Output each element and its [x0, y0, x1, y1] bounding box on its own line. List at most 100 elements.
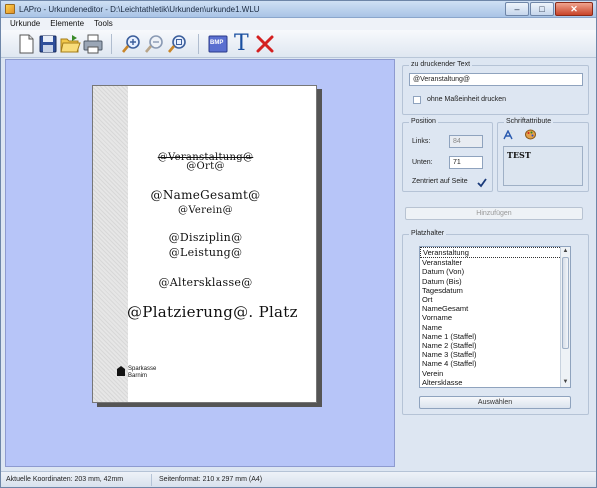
placeholder-list-item[interactable]: Name 3 (Staffel): [420, 350, 570, 359]
placeholders-title: Platzhalter: [409, 230, 447, 237]
scroll-thumb[interactable]: [562, 257, 569, 349]
open-folder-icon: [60, 35, 81, 53]
close-button[interactable]: ✕: [555, 2, 593, 16]
no-units-checkbox[interactable]: [413, 96, 421, 104]
placeholder-list-item[interactable]: Verein: [420, 369, 570, 378]
app-window: LAPro - Urkundeneditor - D:\Leichtathlet…: [0, 0, 597, 488]
new-document-icon: [19, 34, 34, 54]
placeholder-namegesamt[interactable]: @NameGesamt@: [93, 188, 316, 202]
print-text-input[interactable]: @Veranstaltung@: [409, 73, 583, 86]
font-preview-text: TEST: [507, 150, 531, 160]
placeholder-verein[interactable]: @Verein@: [93, 205, 316, 216]
placeholder-list-item[interactable]: Name 1 (Staffel): [420, 332, 570, 341]
color-picker-button[interactable]: [525, 129, 536, 140]
toolbar-separator: [111, 34, 112, 54]
add-button[interactable]: Hinzufügen: [405, 207, 583, 220]
properties-panel: zu druckender Text @Veranstaltung@ ohne …: [398, 59, 594, 467]
logo-line-1: Sparkasse: [128, 366, 157, 372]
placeholder-list-item[interactable]: Veranstaltung: [420, 247, 570, 259]
maximize-button[interactable]: □: [530, 2, 554, 16]
zoom-in-button[interactable]: [121, 33, 143, 55]
left-input[interactable]: 84: [449, 135, 483, 148]
placeholder-platzierung[interactable]: @Platzierung@. Platz: [127, 303, 316, 321]
zoom-out-button[interactable]: [144, 33, 166, 55]
centered-label: Zentriert auf Seite: [412, 178, 468, 185]
title-bar: LAPro - Urkundeneditor - D:\Leichtathlet…: [1, 1, 596, 18]
bottom-label: Unten:: [412, 159, 433, 166]
placeholder-list-item[interactable]: Veranstalter: [420, 258, 570, 267]
placeholder-leistung[interactable]: @Leistung@: [93, 246, 316, 259]
placeholder-list-item[interactable]: Name 2 (Staffel): [420, 341, 570, 350]
menu-elemente[interactable]: Elemente: [45, 18, 89, 30]
logo-line-2: Barnim: [128, 373, 148, 379]
save-button[interactable]: [37, 33, 59, 55]
placeholder-list-item[interactable]: Tagesdatum: [420, 286, 570, 295]
minimize-button[interactable]: –: [505, 2, 529, 16]
menu-tools[interactable]: Tools: [89, 18, 118, 30]
position-group: Position Links: 84 Unten: 71 Zentriert a…: [402, 118, 493, 192]
menu-bar: Urkunde Elemente Tools: [1, 18, 596, 30]
page-margin-strip: [93, 86, 128, 402]
insert-text-button[interactable]: T: [230, 31, 252, 56]
select-placeholder-button[interactable]: Auswählen: [419, 396, 571, 409]
font-icon: [503, 129, 513, 140]
bmp-label: BMP: [210, 40, 224, 46]
font-attributes-title: Schriftattribute: [504, 118, 554, 125]
window-controls: – □ ✕: [504, 2, 593, 16]
print-icon: [83, 34, 103, 54]
list-scrollbar[interactable]: ▲ ▼: [560, 247, 570, 387]
placeholder-altersklasse[interactable]: @Altersklasse@: [93, 276, 316, 289]
font-settings-button[interactable]: [503, 129, 513, 140]
checkmark-icon: [477, 178, 487, 188]
document-canvas[interactable]: @Veranstaltung@ @Ort@ @NameGesamt@ @Vere…: [5, 59, 395, 467]
placeholder-ort[interactable]: @Ort@: [93, 161, 316, 172]
insert-image-button[interactable]: BMP: [207, 33, 229, 55]
certificate-page[interactable]: @Veranstaltung@ @Ort@ @NameGesamt@ @Vere…: [92, 85, 317, 403]
zoom-fit-icon: [168, 35, 186, 53]
delete-element-button[interactable]: [254, 33, 276, 55]
placeholders-group: Platzhalter Veranstaltung Veranstalter Dat…: [402, 230, 589, 415]
centered-checkbox[interactable]: [477, 178, 487, 188]
new-document-button[interactable]: [15, 33, 37, 55]
placeholders-list[interactable]: Veranstaltung Veranstalter Datum (Von) Datu…: [419, 246, 571, 388]
status-separator: [151, 474, 152, 486]
sponsor-logo[interactable]: Sparkasse Barnim: [117, 365, 177, 385]
app-icon: [5, 4, 15, 14]
font-attributes-group: Schriftattribute TEST: [497, 118, 589, 192]
bottom-input[interactable]: 71: [449, 156, 483, 169]
zoom-in-icon: [122, 35, 140, 53]
logo-text: Sparkasse Barnim: [128, 366, 156, 380]
placeholders-list-items: Veranstaltung Veranstalter Datum (Von) Datu…: [420, 247, 570, 387]
toolbar-separator: [198, 34, 199, 54]
print-text-group: zu druckender Text @Veranstaltung@ ohne …: [402, 61, 589, 115]
window-title: LAPro - Urkundeneditor - D:\Leichtathlet…: [19, 5, 260, 14]
scroll-up-icon[interactable]: ▲: [561, 247, 570, 256]
status-coordinates: Aktuelle Koordinaten: 203 mm, 42mm: [6, 476, 124, 483]
open-button[interactable]: [59, 33, 81, 55]
status-bar: Aktuelle Koordinaten: 203 mm, 42mm Seite…: [1, 471, 596, 487]
scroll-down-icon[interactable]: ▼: [561, 378, 570, 387]
status-page-format: Seitenformat: 210 x 297 mm (A4): [159, 476, 263, 483]
placeholder-list-item[interactable]: NameGesamt: [420, 304, 570, 313]
menu-urkunde[interactable]: Urkunde: [5, 18, 45, 30]
no-units-label: ohne Maßeinheit drucken: [427, 96, 506, 103]
zoom-out-icon: [145, 35, 163, 53]
placeholder-list-item[interactable]: Ort: [420, 295, 570, 304]
toolbar: BMP T: [1, 30, 596, 58]
zoom-fit-button[interactable]: [167, 33, 189, 55]
font-preview-box: TEST: [503, 146, 583, 186]
sparkasse-logo-icon: [117, 366, 125, 376]
left-label: Links:: [412, 138, 431, 145]
placeholder-list-item[interactable]: Vorname: [420, 313, 570, 322]
placeholder-list-item[interactable]: Datum (Von): [420, 267, 570, 276]
print-button[interactable]: [82, 33, 104, 55]
placeholder-list-item[interactable]: Name: [420, 323, 570, 332]
placeholder-list-item[interactable]: Datum (Bis): [420, 277, 570, 286]
delete-icon: [256, 35, 274, 53]
palette-icon: [525, 129, 536, 140]
position-title: Position: [409, 118, 438, 125]
placeholder-list-item[interactable]: Name 4 (Staffel): [420, 359, 570, 368]
print-text-title: zu druckender Text: [409, 61, 473, 68]
placeholder-list-item[interactable]: Altersklasse: [420, 378, 570, 387]
placeholder-disziplin[interactable]: @Disziplin@: [93, 231, 316, 244]
